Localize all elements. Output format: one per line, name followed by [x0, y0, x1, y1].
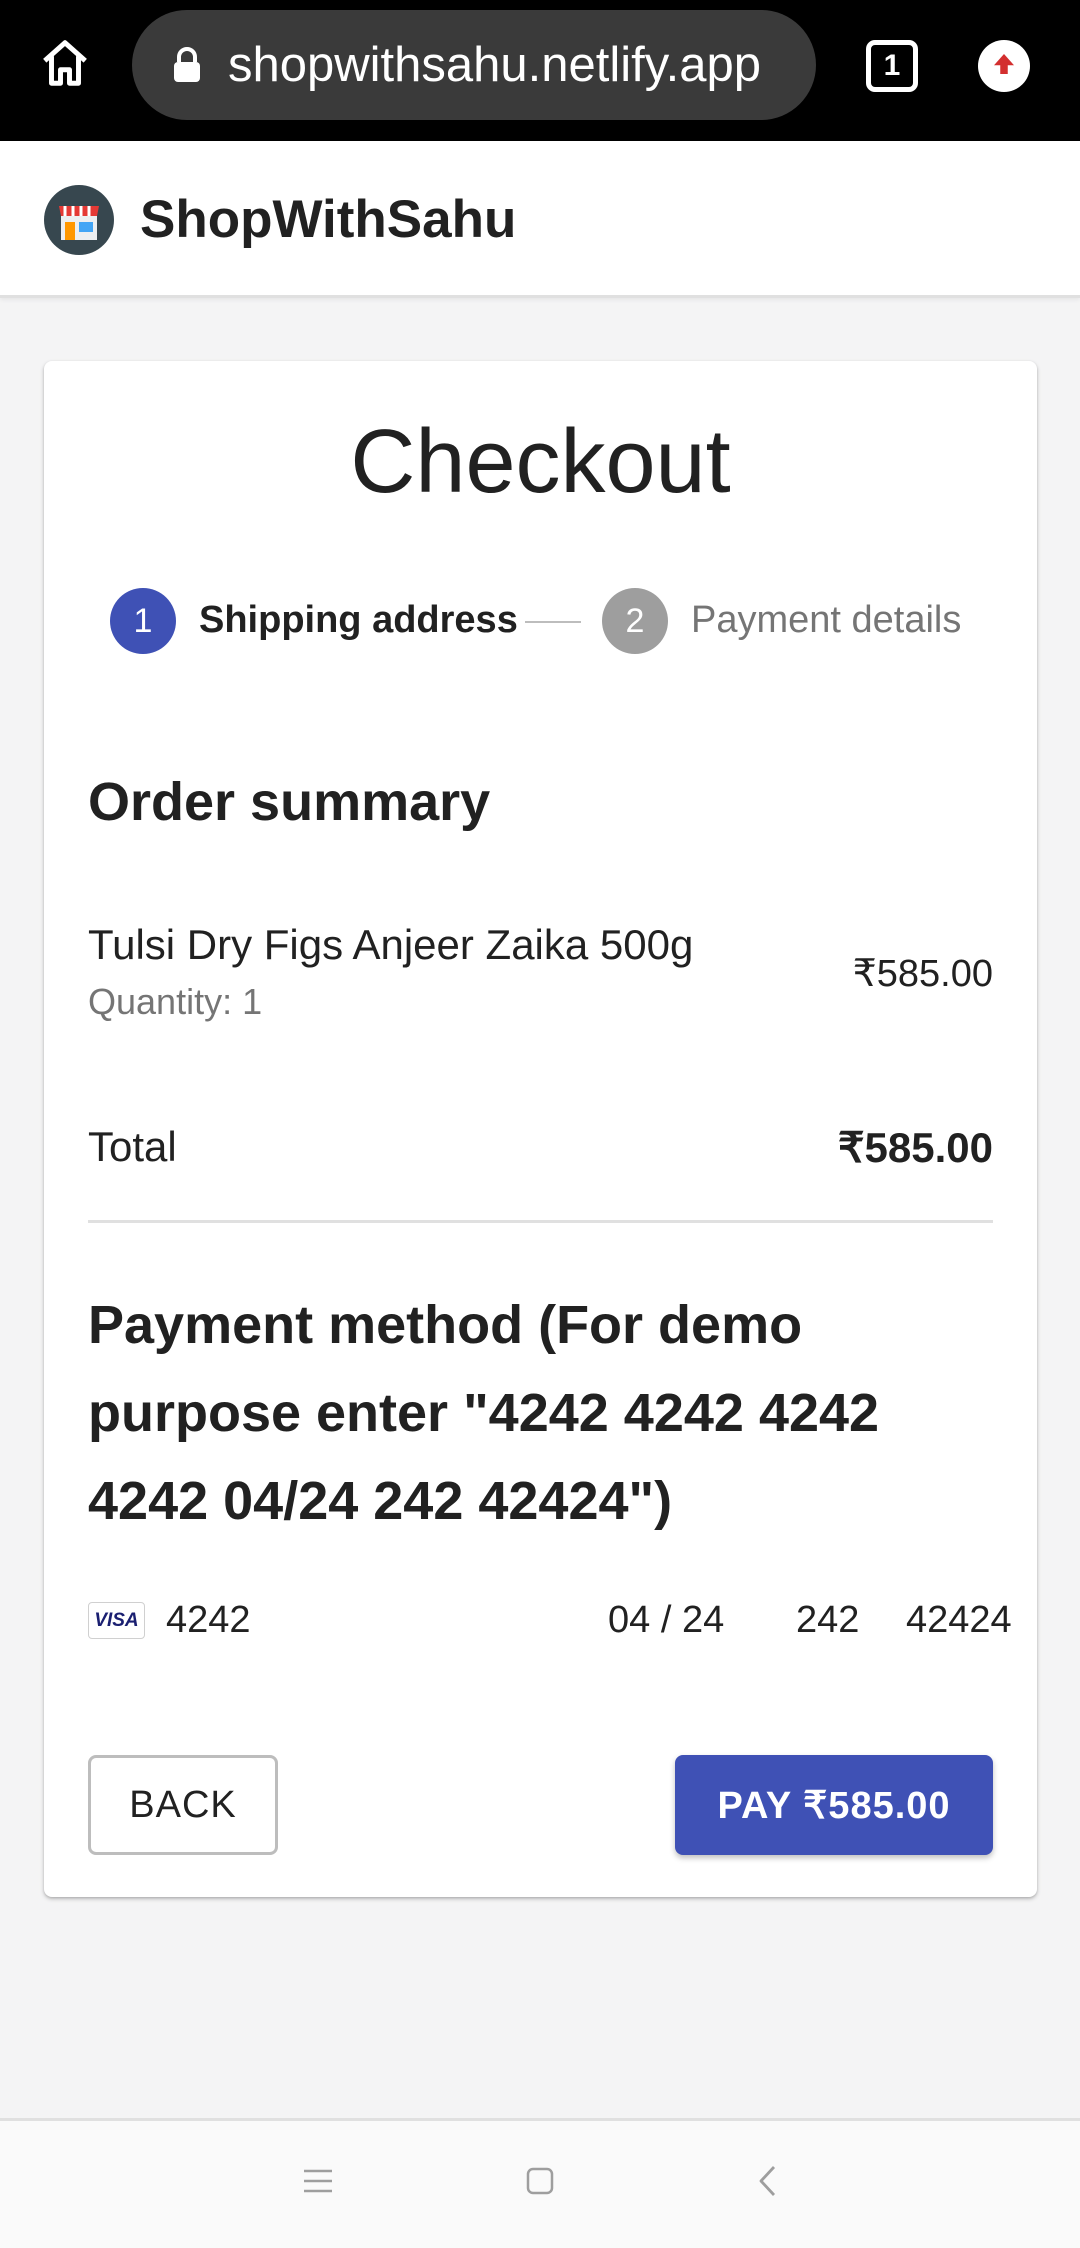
home-icon: [38, 36, 92, 95]
menu-icon[interactable]: [300, 2163, 336, 2199]
order-item-price: ₹585.00: [852, 953, 993, 995]
payment-method-title: Payment method (For demo purpose enter "…: [88, 1295, 880, 1531]
browser-toolbar: shopwithsahu.netlify.app 1: [0, 0, 1080, 141]
card-number-input[interactable]: 4242: [166, 1599, 251, 1642]
address-bar[interactable]: shopwithsahu.netlify.app: [132, 10, 816, 120]
brand-name[interactable]: ShopWithSahu: [140, 185, 516, 255]
tab-switcher-button[interactable]: 1: [866, 40, 918, 92]
back-button[interactable]: BACK: [88, 1755, 278, 1855]
step-1-indicator: 1: [110, 588, 176, 654]
browser-home-button[interactable]: [30, 30, 100, 100]
card-cvc-input[interactable]: 242: [796, 1599, 859, 1642]
page-title: Checkout: [350, 412, 731, 512]
url-text: shopwithsahu.netlify.app: [228, 38, 761, 92]
checkout-card: Checkout 1 Shipping address 2 Payment de…: [44, 361, 1037, 1897]
step-2-indicator: 2: [602, 588, 668, 654]
card-zip-input[interactable]: 42424: [906, 1599, 1012, 1642]
total-value: ₹585.00: [837, 1124, 993, 1171]
step-1-label: Shipping address: [199, 599, 518, 641]
order-item-quantity: Quantity: 1: [88, 981, 263, 1022]
update-button[interactable]: [978, 40, 1030, 92]
step-connector: [525, 621, 581, 623]
total-label: Total: [88, 1123, 177, 1170]
card-input-field[interactable]: VISA 4242 04 / 24 242 42424: [88, 1591, 1012, 1651]
lock-icon: [170, 44, 204, 86]
order-summary-title: Order summary: [88, 772, 491, 832]
app-header: ShopWithSahu: [0, 141, 1080, 298]
pay-button[interactable]: PAY ₹585.00: [675, 1755, 993, 1855]
back-chevron-icon[interactable]: [750, 2163, 786, 2199]
store-icon[interactable]: [44, 185, 114, 255]
update-icon: [989, 49, 1019, 84]
home-square-icon[interactable]: [522, 2163, 558, 2199]
divider: [88, 1220, 993, 1223]
checkout-stepper: 1 Shipping address 2 Payment details: [110, 586, 980, 656]
card-expiry-input[interactable]: 04 / 24: [608, 1599, 724, 1642]
step-2-label: Payment details: [691, 599, 962, 641]
visa-icon: VISA: [88, 1602, 145, 1639]
order-item-name: Tulsi Dry Figs Anjeer Zaika 500g: [88, 921, 694, 968]
system-nav-bar: [0, 2118, 1080, 2248]
